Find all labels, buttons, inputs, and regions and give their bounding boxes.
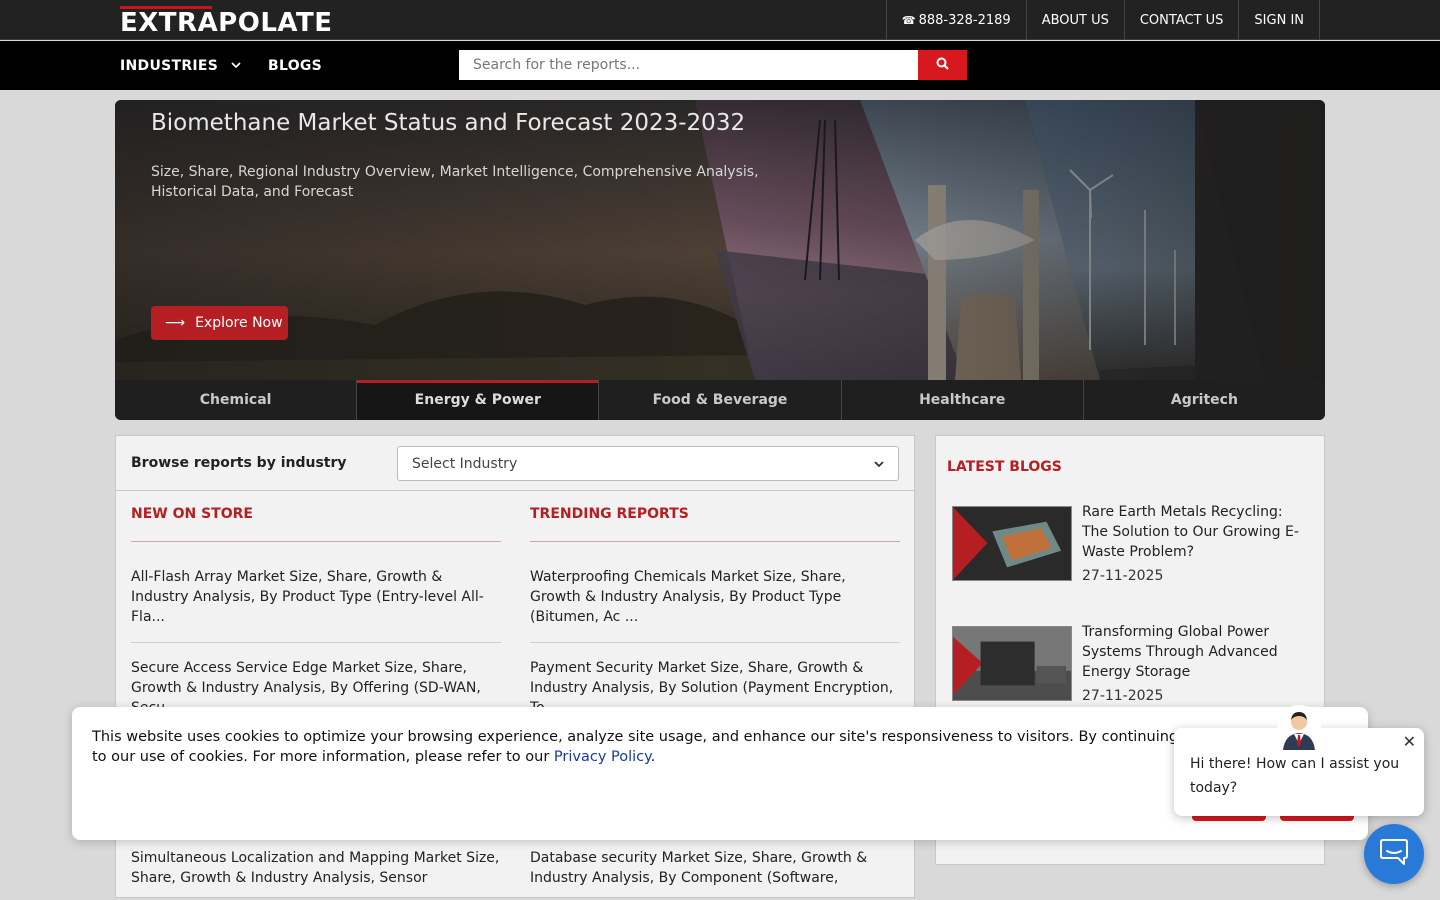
- top-bar: EXTRAPOLATE ☎ 888-328-2189 ABOUT US CONT…: [0, 0, 1440, 40]
- hero-background-image: [115, 100, 1325, 380]
- contact-us-link[interactable]: CONTACT US: [1123, 0, 1239, 40]
- search-input[interactable]: [459, 50, 919, 80]
- nav-blogs[interactable]: BLOGS: [268, 58, 322, 74]
- cookie-text: This website uses cookies to optimize yo…: [92, 727, 1342, 767]
- hero-title: Biomethane Market Status and Forecast 20…: [151, 110, 746, 136]
- tab-healthcare[interactable]: Healthcare: [842, 380, 1084, 420]
- chevron-down-icon: [874, 456, 884, 472]
- phone-link[interactable]: ☎ 888-328-2189: [885, 0, 1026, 40]
- tab-energy-power[interactable]: Energy & Power: [357, 380, 600, 420]
- blog-title: Rare Earth Metals Recycling: The Solutio…: [1082, 504, 1299, 560]
- cookie-message: This website uses cookies to optimize yo…: [92, 729, 1337, 765]
- blog-thumbnail: [952, 626, 1072, 701]
- blog-title: Transforming Global Power Systems Throug…: [1082, 624, 1278, 680]
- main-nav: INDUSTRIES BLOGS: [0, 41, 1440, 90]
- new-on-store-heading: NEW ON STORE: [131, 506, 501, 542]
- blog-date: 27-11-2025: [1082, 568, 1164, 584]
- nav-industries-label: INDUSTRIES: [120, 58, 219, 74]
- browse-row: Browse reports by industry Select Indust…: [116, 436, 914, 491]
- blog-item[interactable]: Rare Earth Metals Recycling: The Solutio…: [952, 504, 1312, 596]
- browse-label: Browse reports by industry: [131, 455, 347, 471]
- blog-date: 27-11-2025: [1082, 688, 1164, 704]
- search-icon: [936, 57, 949, 73]
- chat-bubble-icon: [1379, 838, 1409, 870]
- chat-launcher-button[interactable]: [1364, 824, 1424, 884]
- sign-in-link[interactable]: SIGN IN: [1238, 0, 1320, 40]
- industry-tabs: Chemical Energy & Power Food & Beverage …: [115, 380, 1325, 420]
- phone-icon: ☎: [901, 13, 916, 27]
- agent-avatar: [1277, 705, 1321, 750]
- nav-industries[interactable]: INDUSTRIES: [120, 58, 241, 74]
- tab-chemical[interactable]: Chemical: [115, 380, 358, 420]
- logo-text: EXTRAPOLATE: [120, 8, 333, 38]
- top-links: ☎ 888-328-2189 ABOUT US CONTACT US SIGN …: [885, 0, 1320, 40]
- explore-now-label: Explore Now: [195, 315, 283, 331]
- hero-banner: Biomethane Market Status and Forecast 20…: [115, 100, 1325, 420]
- chat-greeting: Hi there! How can I assist you today?: [1190, 756, 1400, 796]
- tab-food-beverage[interactable]: Food & Beverage: [599, 380, 842, 420]
- close-icon[interactable]: ✕: [1403, 734, 1416, 750]
- about-us-link[interactable]: ABOUT US: [1025, 0, 1124, 40]
- trending-reports-heading: TRENDING REPORTS: [530, 506, 900, 542]
- chevron-down-icon: [231, 61, 241, 72]
- tab-agritech[interactable]: Agritech: [1084, 380, 1325, 420]
- explore-now-button[interactable]: ⟶ Explore Now: [151, 306, 288, 340]
- report-link[interactable]: Database security Market Size, Share, Gr…: [530, 848, 900, 888]
- report-link[interactable]: Waterproofing Chemicals Market Size, Sha…: [530, 542, 900, 643]
- report-link[interactable]: Simultaneous Localization and Mapping Ma…: [131, 848, 501, 888]
- blog-item[interactable]: Transforming Global Power Systems Throug…: [952, 624, 1312, 716]
- cookie-period: .: [650, 749, 656, 765]
- latest-blogs-heading: LATEST BLOGS: [947, 459, 1062, 475]
- privacy-policy-link[interactable]: Privacy Policy: [554, 749, 651, 765]
- hero-subtitle: Size, Share, Regional Industry Overview,…: [151, 164, 759, 200]
- industry-select-value: Select Industry: [412, 455, 518, 472]
- blog-thumbnail: [952, 506, 1072, 581]
- industry-select[interactable]: Select Industry: [397, 446, 899, 481]
- search-button[interactable]: [918, 50, 967, 80]
- phone-number: 888-328-2189: [918, 12, 1011, 28]
- arrow-right-icon: ⟶: [165, 315, 186, 331]
- report-link[interactable]: All-Flash Array Market Size, Share, Grow…: [131, 542, 501, 643]
